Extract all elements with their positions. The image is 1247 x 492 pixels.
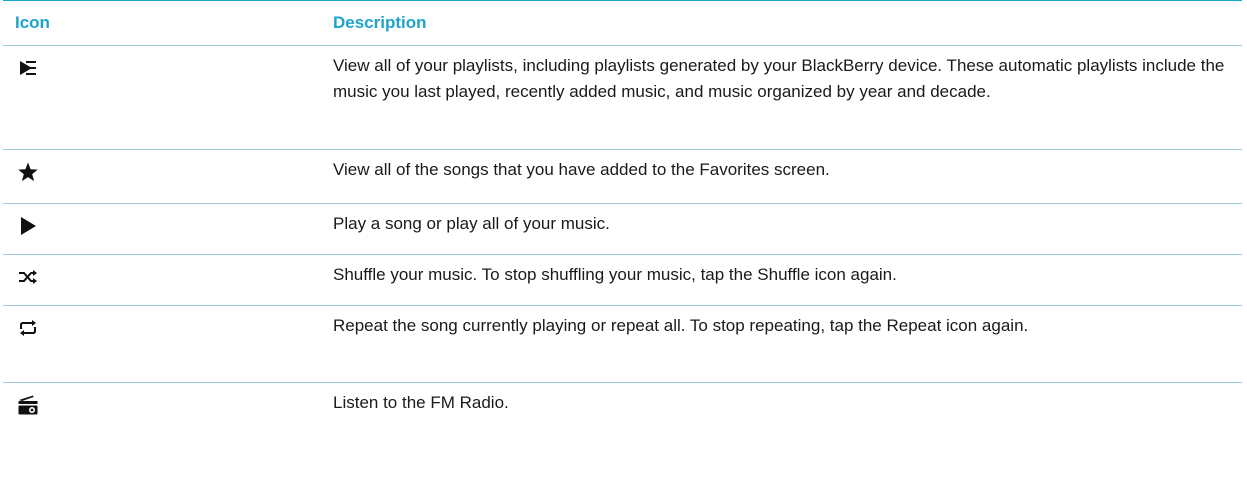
icon-description-table: Icon Description View all of your playli… — [3, 0, 1242, 434]
playlist-icon — [17, 57, 39, 79]
header-icon-column: Icon — [15, 13, 50, 32]
row-description: Repeat the song currently playing or rep… — [333, 316, 1029, 335]
table-row: Play a song or play all of your music. — [3, 203, 1242, 254]
repeat-icon — [17, 317, 39, 339]
radio-icon — [17, 394, 39, 416]
table-row: View all of your playlists, including pl… — [3, 45, 1242, 149]
row-description: Shuffle your music. To stop shuffling yo… — [333, 265, 897, 284]
play-icon — [17, 215, 39, 237]
table-row: Shuffle your music. To stop shuffling yo… — [3, 254, 1242, 305]
shuffle-icon — [17, 266, 39, 288]
row-description: Listen to the FM Radio. — [333, 393, 509, 412]
table-header-row: Icon Description — [3, 0, 1242, 45]
table-row: Repeat the song currently playing or rep… — [3, 305, 1242, 382]
table-row: View all of the songs that you have adde… — [3, 149, 1242, 203]
star-icon — [17, 161, 39, 183]
row-description: View all of the songs that you have adde… — [333, 160, 830, 179]
table-row: Listen to the FM Radio. — [3, 382, 1242, 434]
row-description: Play a song or play all of your music. — [333, 214, 610, 233]
row-description: View all of your playlists, including pl… — [333, 56, 1225, 101]
header-description-column: Description — [333, 13, 427, 32]
